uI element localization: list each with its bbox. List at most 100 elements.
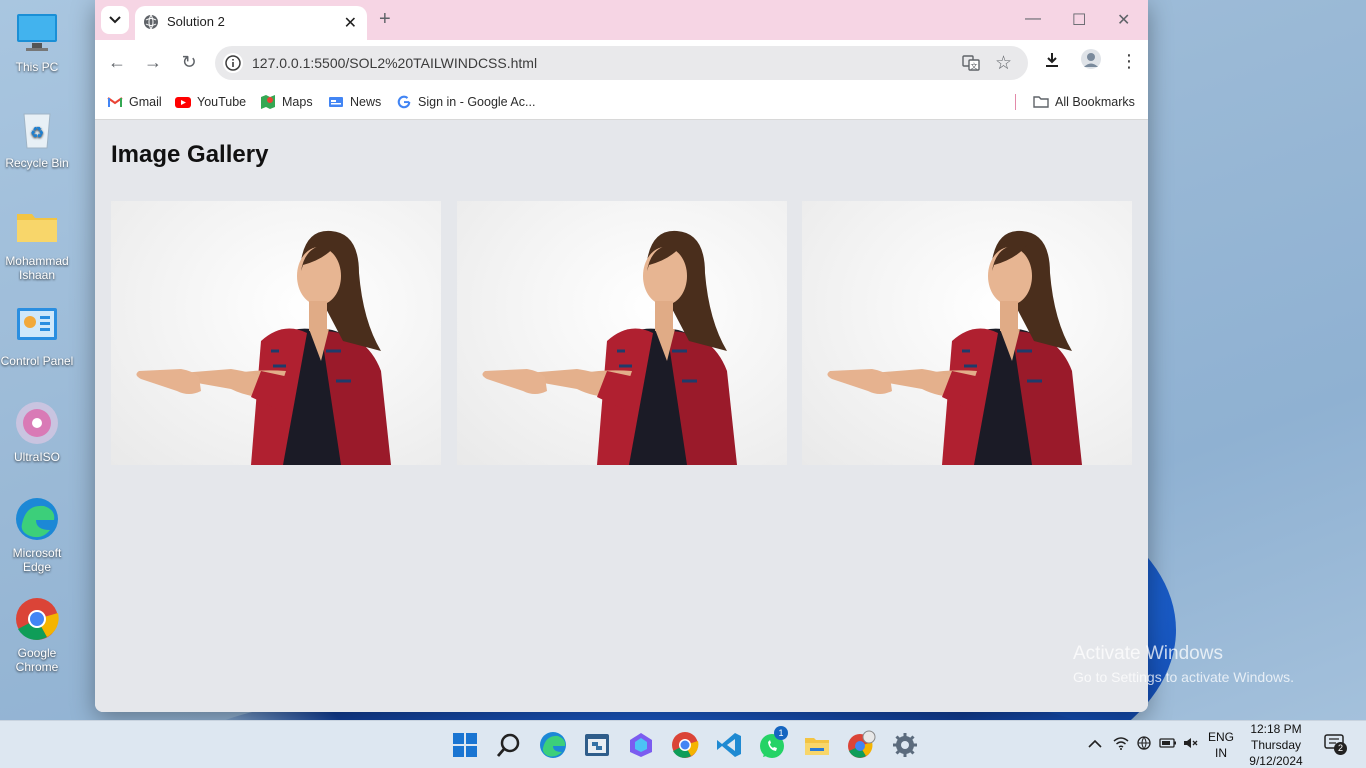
minimize-icon[interactable]: — [1025,10,1041,28]
desktop-icon-edge[interactable]: Microsoft Edge [0,496,74,574]
reload-icon[interactable]: ↻ [179,52,199,72]
bookmarks-bar: Gmail YouTube Maps News Sign in - Google… [95,84,1148,120]
site-info-icon[interactable] [223,53,243,73]
browser-toolbar: ← → ↻ 127.0.0.1:5500/SOL2%20TAILWINDCSS.… [95,40,1148,84]
maps-icon [261,95,275,109]
news-icon [329,97,343,107]
wifi-icon[interactable] [1113,736,1129,753]
file-explorer-icon[interactable] [802,730,832,760]
control-panel-icon [14,304,60,350]
svg-text:文: 文 [971,62,978,71]
woman-pointing-photo [136,230,391,465]
all-bookmarks-button[interactable]: All Bookmarks [1033,95,1135,109]
tab-active[interactable]: Solution 2 ✕ [135,6,367,40]
bookmark-label: YouTube [197,95,247,109]
chrome-icon [14,596,60,642]
desktop-icon-recycle-bin[interactable]: ♻ Recycle Bin [0,106,74,170]
profile-avatar[interactable] [1080,48,1102,75]
speaker-muted-icon[interactable] [1183,736,1199,753]
new-tab-icon[interactable]: + [379,8,391,31]
youtube-icon [175,97,191,108]
desktop-icon-user-folder[interactable]: Mohammad Ishaan [0,204,74,282]
search-icon[interactable] [494,730,524,760]
clock-day: Thursday [1250,738,1302,752]
gmail-icon [107,97,123,107]
browser-window: Solution 2 ✕ + — ☐ ✕ ← → ↻ 127.0.0.1:550… [95,0,1148,712]
all-bookmarks-label: All Bookmarks [1055,95,1135,109]
desktop-icon-label: Recycle Bin [5,156,69,170]
woman-pointing-photo [482,230,737,465]
bookmark-star-icon[interactable]: ☆ [995,52,1012,75]
system-clock[interactable]: 12:18 PM Thursday 9/12/2024 [1240,721,1312,768]
close-window-icon[interactable]: ✕ [1117,10,1130,30]
bookmark-youtube[interactable]: YouTube [175,95,246,109]
disc-icon [14,400,60,446]
chrome-profile-icon[interactable] [846,730,876,760]
desktop-icon-label: Microsoft Edge [12,546,62,574]
battery-icon[interactable] [1159,736,1177,752]
lang-line-1: ENG [1208,730,1235,744]
python-idle-icon[interactable] [582,730,612,760]
desktop-icon-ultraiso[interactable]: UltraISO [0,400,74,464]
activate-windows-watermark: Activate Windows Go to Settings to activ… [1073,643,1294,685]
folder-outline-icon [1033,96,1049,108]
network-globe-icon[interactable] [1136,736,1152,753]
desktop-icon-label: Google Chrome [15,646,59,674]
translate-icon[interactable]: 文 [962,54,980,77]
gallery-image-3[interactable] [802,201,1132,465]
bookmark-label: Sign in - Google Ac... [418,95,536,109]
watermark-line-1: Activate Windows [1073,643,1223,664]
notification-button[interactable]: 2 [1324,734,1347,756]
globe-icon [144,14,158,30]
woman-pointing-photo [827,230,1082,465]
maximize-icon[interactable]: ☐ [1072,10,1086,30]
tab-search-button[interactable] [101,6,129,34]
edge-icon [14,496,60,542]
copilot-icon[interactable] [626,730,656,760]
download-icon[interactable] [1043,51,1061,74]
monitor-icon [14,10,60,56]
menu-kebab-icon[interactable]: ⋮ [1120,51,1138,72]
windows-start-icon[interactable] [450,730,480,760]
tray-chevron-up-icon[interactable] [1088,736,1102,752]
chevron-down-icon [109,16,121,24]
tab-close-icon[interactable]: ✕ [344,13,357,33]
address-bar[interactable]: 127.0.0.1:5500/SOL2%20TAILWINDCSS.html 文… [215,46,1028,80]
desktop-icon-label: Mohammad Ishaan [5,254,69,282]
back-icon[interactable]: ← [107,52,127,72]
bookmark-maps[interactable]: Maps [260,95,313,109]
bookmarks-separator [1015,94,1016,110]
desktop-icon-chrome[interactable]: Google Chrome [0,596,74,674]
desktop-icon-control-panel[interactable]: Control Panel [0,304,74,368]
address-url: 127.0.0.1:5500/SOL2%20TAILWINDCSS.html [252,55,538,71]
page-title: Image Gallery [111,141,269,168]
tab-strip: Solution 2 ✕ + — ☐ ✕ [95,0,1148,40]
bookmark-gmail[interactable]: Gmail [107,95,162,109]
edge-taskbar-icon[interactable] [538,730,568,760]
page-content: Image Gallery [95,121,1148,712]
bookmark-label: News [350,95,382,109]
vscode-icon[interactable] [714,730,744,760]
whatsapp-button[interactable]: 1 [758,726,788,760]
gallery-image-1[interactable] [111,201,441,465]
whatsapp-badge: 1 [774,726,788,740]
settings-gear-icon[interactable] [890,730,920,760]
forward-icon[interactable]: → [143,52,163,72]
google-icon [397,95,411,109]
lang-line-2: IN [1215,746,1227,760]
desktop-icon-this-pc[interactable]: This PC [0,10,74,74]
clock-time: 12:18 PM [1250,722,1302,736]
svg-text:♻: ♻ [30,123,44,142]
bookmark-google-signin[interactable]: Sign in - Google Ac... [396,95,535,109]
tab-title: Solution 2 [167,14,225,29]
bookmark-label: Gmail [129,95,162,109]
bookmark-news[interactable]: News [328,95,381,109]
watermark-line-2: Go to Settings to activate Windows. [1073,669,1294,685]
desktop-icon-label: Control Panel [0,354,74,368]
chrome-taskbar-icon[interactable] [670,730,700,760]
notification-badge: 2 [1334,742,1347,755]
bookmark-label: Maps [282,95,313,109]
recycle-bin-icon: ♻ [14,106,60,152]
gallery-image-2[interactable] [457,201,787,465]
language-indicator[interactable]: ENG IN [1208,729,1234,761]
